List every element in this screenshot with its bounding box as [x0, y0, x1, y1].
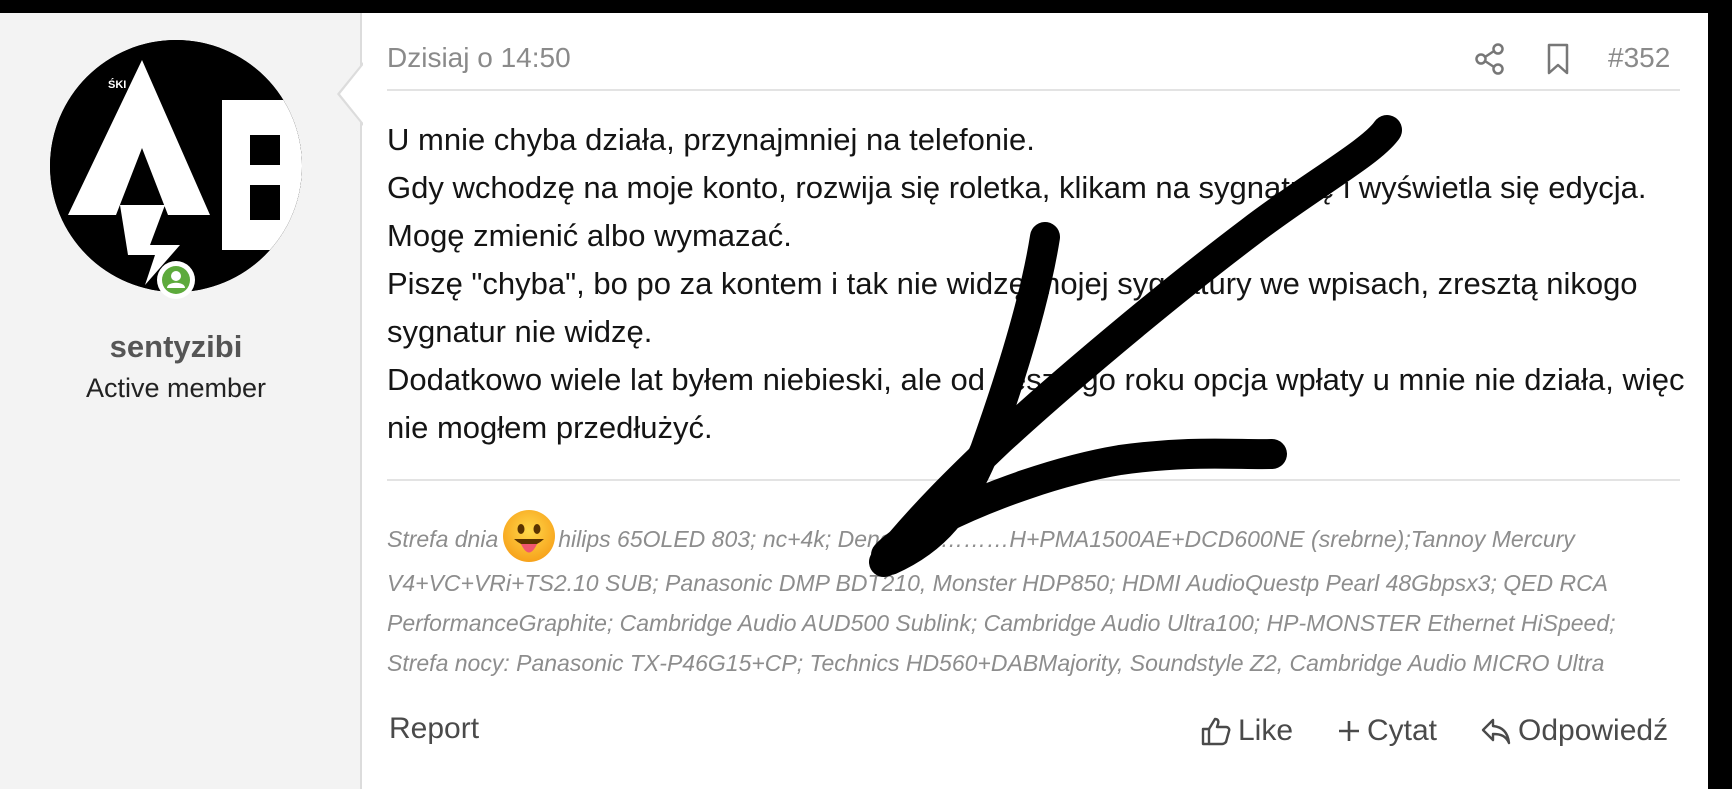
report-link[interactable]: Report: [389, 712, 479, 746]
post-date[interactable]: Dzisiaj o 14:50: [387, 42, 571, 74]
like-label: Like: [1238, 714, 1294, 747]
signature-divider: [387, 479, 1680, 481]
online-badge: [157, 261, 195, 299]
avatar[interactable]: ŚKI: [50, 40, 302, 292]
bookmark-icon[interactable]: [1541, 42, 1575, 76]
post-body: U mnie chyba działa, przynajmniej na tel…: [387, 116, 1687, 452]
message-pointer-inner: [340, 64, 364, 124]
avatar-image: ŚKI: [50, 40, 302, 292]
signature-line: PerformanceGraphite; Cambridge Audio AUD…: [387, 610, 1616, 636]
reply-button[interactable]: Odpowiedź: [1480, 714, 1668, 748]
post-number[interactable]: #352: [1608, 42, 1670, 74]
share-icon[interactable]: [1473, 42, 1507, 76]
like-button[interactable]: Like: [1200, 714, 1293, 748]
quote-button[interactable]: Cytat: [1337, 714, 1437, 748]
tongue-out-emoji-icon: [502, 509, 556, 563]
user-title: Active member: [85, 373, 267, 403]
post-body-line: Dodatkowo wiele lat byłem niebieski, ale…: [387, 362, 1685, 445]
signature: Strefa dnia hilips 65OLED 803; nc+4k; De…: [387, 509, 1687, 683]
user-online-icon: [167, 271, 185, 288]
post-body-line: Piszę "chyba", bo po za kontem i tak nie…: [387, 266, 1638, 349]
top-bar: [0, 0, 1732, 13]
header-divider: [387, 89, 1680, 91]
signature-line: V4+VC+VRi+TS2.10 SUB; Panasonic DMP BDT2…: [387, 570, 1609, 596]
username[interactable]: sentyzibi: [0, 329, 352, 365]
avatar-text: ŚKI: [108, 78, 126, 91]
thumbs-up-icon: [1201, 717, 1231, 746]
post-body-line: Gdy wchodzę na moje konto, rozwija się r…: [387, 170, 1647, 253]
signature-line-prefix: Strefa dnia: [387, 526, 499, 552]
post-body-line: U mnie chyba działa, przynajmniej na tel…: [387, 122, 1035, 157]
quote-label: Cytat: [1367, 714, 1438, 747]
signature-line: Strefa nocy: Panasonic TX-P46G15+CP; Tec…: [387, 650, 1605, 676]
reply-arrow-icon: [1481, 718, 1511, 745]
signature-line: Strefa dnia hilips 65OLED 803; nc+4k; De…: [387, 509, 1687, 563]
user-panel: ŚKI sentyzibi Active member: [0, 13, 362, 789]
reply-label: Odpowiedź: [1518, 714, 1669, 747]
signature-line-suffix: hilips 65OLED 803; nc+4k; Denon AV………H+P…: [558, 526, 1575, 552]
plus-icon: [1339, 721, 1359, 741]
